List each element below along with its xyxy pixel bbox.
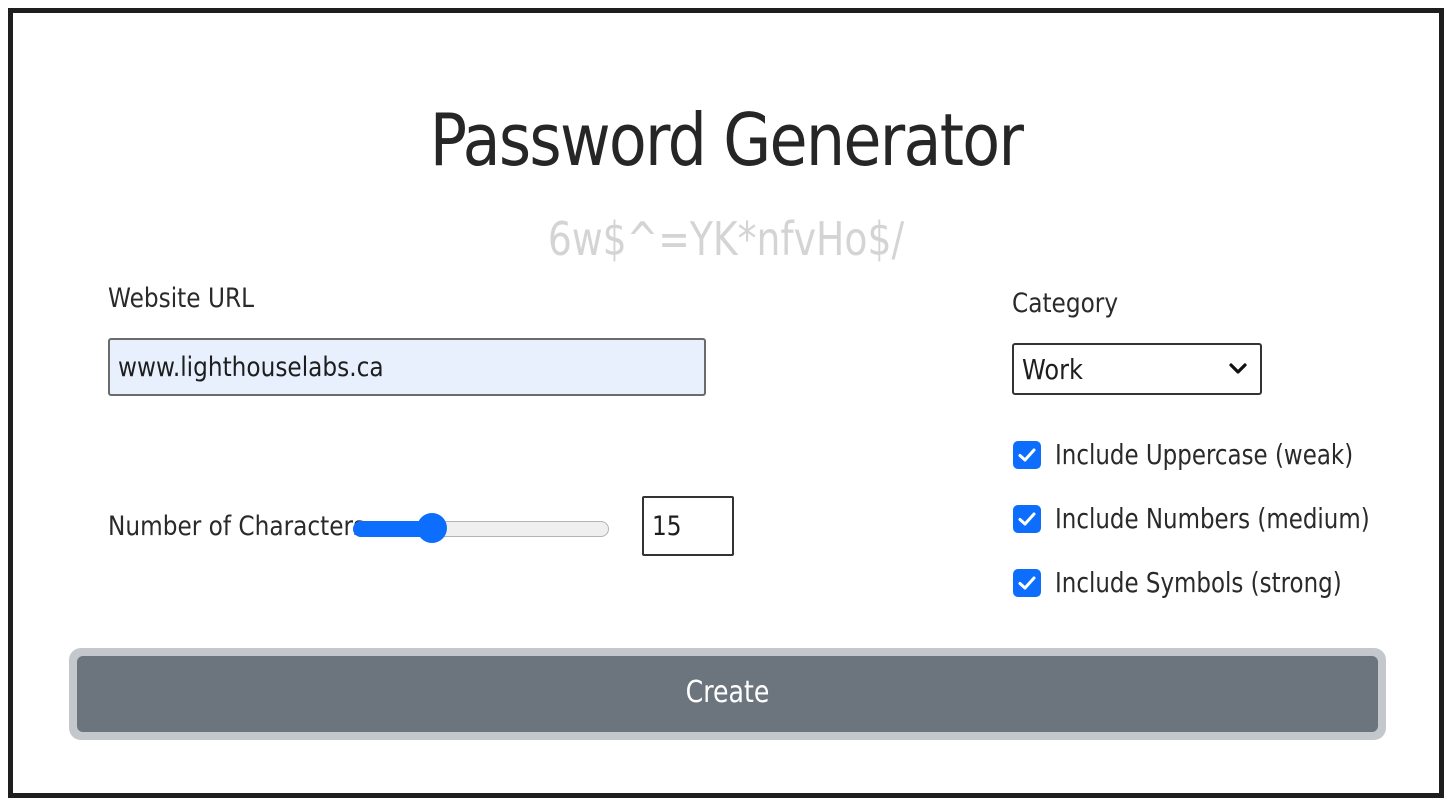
category-select[interactable]: Work (1012, 343, 1262, 395)
number-of-characters-label: Number of Characters (108, 511, 366, 542)
numbers-label: Include Numbers (medium) (1055, 502, 1370, 535)
length-number-value: 15 (652, 511, 682, 542)
website-url-input[interactable]: www.lighthouselabs.ca (108, 338, 706, 396)
create-button[interactable]: Create (77, 656, 1378, 732)
checkmark-icon (1018, 512, 1036, 526)
checkmark-icon (1018, 448, 1036, 462)
numbers-checkbox[interactable] (1013, 505, 1041, 533)
chevron-down-icon (1224, 355, 1252, 383)
length-slider[interactable] (353, 513, 609, 543)
uppercase-label: Include Uppercase (weak) (1055, 438, 1354, 471)
website-url-value: www.lighthouselabs.ca (118, 352, 384, 383)
app-frame: Password Generator 6w$^=YK*nfvHo$/ Websi… (8, 8, 1444, 798)
generated-password: 6w$^=YK*nfvHo$/ (547, 212, 905, 266)
create-button-label: Create (685, 675, 770, 710)
slider-thumb[interactable] (417, 513, 447, 543)
checkmark-icon (1018, 576, 1036, 590)
category-selected-value: Work (1022, 353, 1083, 386)
create-button-focus-ring: Create (69, 648, 1386, 740)
website-url-label: Website URL (108, 283, 255, 314)
page-title: Password Generator (429, 98, 1024, 182)
length-number-input[interactable]: 15 (642, 496, 734, 556)
category-label: Category (1012, 288, 1119, 319)
symbols-label: Include Symbols (strong) (1055, 566, 1342, 599)
uppercase-checkbox[interactable] (1013, 441, 1041, 469)
symbols-checkbox[interactable] (1013, 569, 1041, 597)
